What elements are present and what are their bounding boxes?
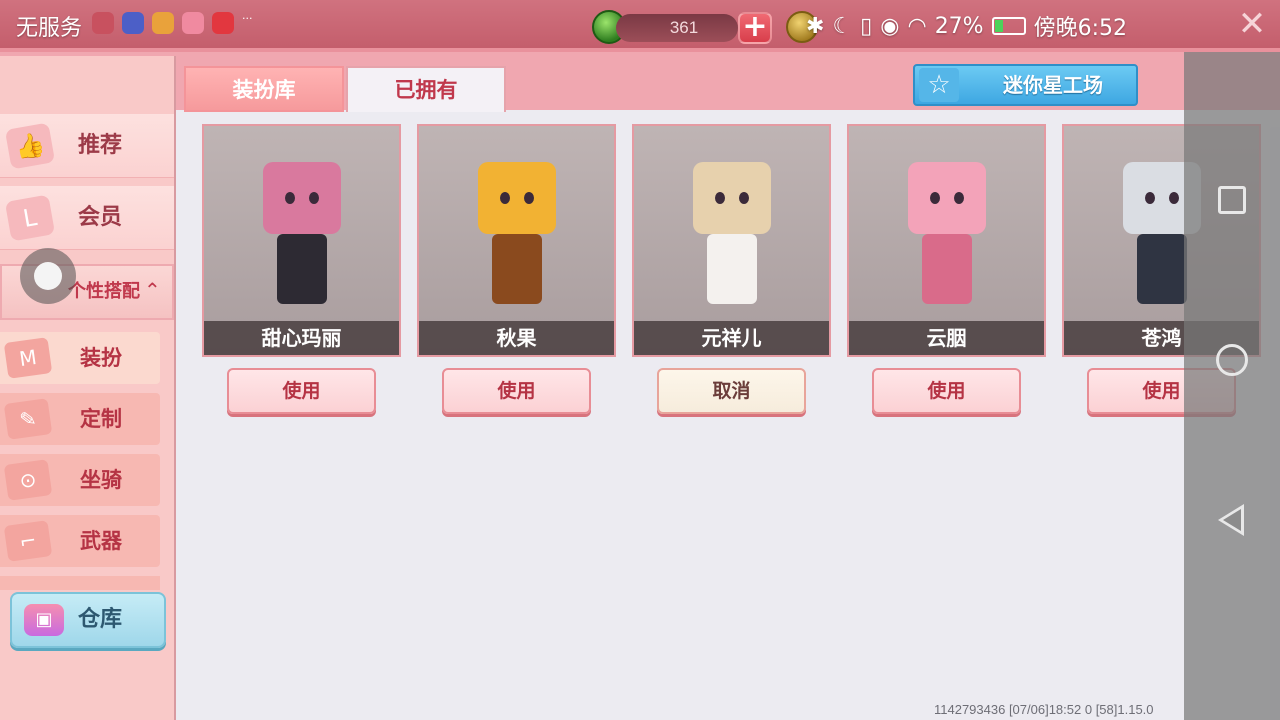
pencil-ruler-icon: ✎ xyxy=(3,398,53,440)
character-name: 元祥儿 xyxy=(634,321,829,355)
character-name: 秋果 xyxy=(419,321,614,355)
sidebar-subitem-label: 武器 xyxy=(80,529,122,553)
character-figure xyxy=(247,144,357,324)
tab-outfit-library[interactable]: 装扮库 xyxy=(184,66,344,112)
sidebar-subitem-custom[interactable]: ✎ 定制 xyxy=(0,393,160,445)
sidebar-item-label: 个性搭配 xyxy=(68,281,140,302)
gem-count: 361 xyxy=(669,18,699,37)
character-eye xyxy=(1168,192,1179,204)
stroller-icon: ⊙ xyxy=(3,459,53,501)
sidebar-item-vip[interactable]: L 会员 xyxy=(0,186,174,250)
character-hair xyxy=(262,162,341,234)
character-outfit xyxy=(491,234,542,304)
pig-app-icon xyxy=(182,12,204,34)
gun-icon: ⌐ xyxy=(3,520,53,562)
character-card[interactable]: 云胭 xyxy=(847,124,1046,357)
recent-apps-icon[interactable] xyxy=(1218,186,1246,214)
workshop-label: 迷你星工场 xyxy=(1003,73,1103,97)
vibrate-icon: ▯ xyxy=(860,13,873,39)
home-icon[interactable] xyxy=(1216,344,1248,376)
use-button[interactable]: 使用 xyxy=(872,368,1021,414)
character-outfit xyxy=(276,234,327,304)
sidebar-item-label: 推荐 xyxy=(78,133,123,158)
sidebar-subitem-weapon[interactable]: ⌐ 武器 xyxy=(0,515,160,567)
add-currency-button[interactable]: + xyxy=(738,12,772,44)
sidebar-subitem-label: 装扮 xyxy=(80,346,122,370)
close-icon[interactable]: ✕ xyxy=(1234,6,1270,42)
chevron-up-icon: ⌃ xyxy=(144,278,161,302)
sidebar-item-label: 会员 xyxy=(78,205,123,230)
system-status-icons: ✱ ☾ ▯ ◉ ◠ 27% 傍晚6:52 xyxy=(806,10,1127,42)
shirt-icon: M xyxy=(3,337,53,379)
character-name: 甜心玛丽 xyxy=(204,321,399,355)
character-hair xyxy=(907,162,986,234)
character-eye xyxy=(738,192,749,204)
character-card[interactable]: 秋果 xyxy=(417,124,616,357)
warehouse-button[interactable]: ▣ 仓库 xyxy=(10,592,166,648)
chest-icon: ▣ xyxy=(24,604,64,636)
character-hair xyxy=(477,162,556,234)
tab-owned[interactable]: 已拥有 xyxy=(346,66,506,112)
character-eye xyxy=(714,192,725,204)
warehouse-label: 仓库 xyxy=(78,607,123,632)
clock-time: 傍晚6:52 xyxy=(1033,16,1127,41)
character-hair xyxy=(692,162,771,234)
notification-icons: ··· xyxy=(92,12,253,34)
mini-workshop-button[interactable]: ☆ 迷你星工场 xyxy=(913,64,1138,106)
wifi-icon: ◠ xyxy=(907,13,927,39)
character-outfit xyxy=(1136,234,1187,304)
vip-card-icon: L xyxy=(4,194,56,242)
character-figure xyxy=(677,144,787,324)
youdao-app-icon xyxy=(212,12,234,34)
carrier-status: 无服务 xyxy=(16,16,83,41)
sidebar-subitem-label: 坐骑 xyxy=(80,468,122,492)
use-button[interactable]: 使用 xyxy=(227,368,376,414)
back-icon[interactable] xyxy=(1218,504,1244,536)
folder-app-icon xyxy=(152,12,174,34)
sidebar-subitem-mount[interactable]: ⊙ 坐骑 xyxy=(0,454,160,506)
character-outfit xyxy=(921,234,972,304)
sidebar-subitem-partial xyxy=(0,576,160,590)
floating-assistive-ball[interactable] xyxy=(20,248,76,304)
eye-icon: ◉ xyxy=(880,13,900,39)
character-eye xyxy=(499,192,510,204)
character-figure xyxy=(892,144,1002,324)
battery-percent: 27% xyxy=(934,13,984,39)
cancel-button[interactable]: 取消 xyxy=(657,368,806,414)
sidebar-item-recommend[interactable]: 👍 推荐 xyxy=(0,114,174,178)
character-eye xyxy=(953,192,964,204)
character-eye xyxy=(308,192,319,204)
character-name: 云胭 xyxy=(849,321,1044,355)
character-eye xyxy=(929,192,940,204)
character-eye xyxy=(284,192,295,204)
character-card[interactable]: 甜心玛丽 xyxy=(202,124,401,357)
build-info: 1142793436 [07/06]18:52 0 [58]1.15.0 xyxy=(934,702,1154,717)
shield-app-icon xyxy=(92,12,114,34)
sidebar-subitem-outfit[interactable]: M 装扮 xyxy=(0,332,160,384)
character-eye xyxy=(1144,192,1155,204)
character-card[interactable]: 元祥儿 xyxy=(632,124,831,357)
use-button[interactable]: 使用 xyxy=(442,368,591,414)
character-outfit xyxy=(706,234,757,304)
sidebar-subitem-label: 定制 xyxy=(80,407,122,431)
bluetooth-icon: ✱ xyxy=(806,13,825,39)
battery-icon xyxy=(991,17,1026,35)
character-eye xyxy=(523,192,534,204)
moon-icon: ☾ xyxy=(832,13,853,39)
android-nav-bar xyxy=(1184,52,1280,720)
star-icon: ☆ xyxy=(919,68,959,102)
character-figure xyxy=(462,144,572,324)
browser-app-icon xyxy=(122,12,144,34)
thumbs-up-icon: 👍 xyxy=(4,122,56,170)
more-notifications-icon: ··· xyxy=(242,12,253,25)
